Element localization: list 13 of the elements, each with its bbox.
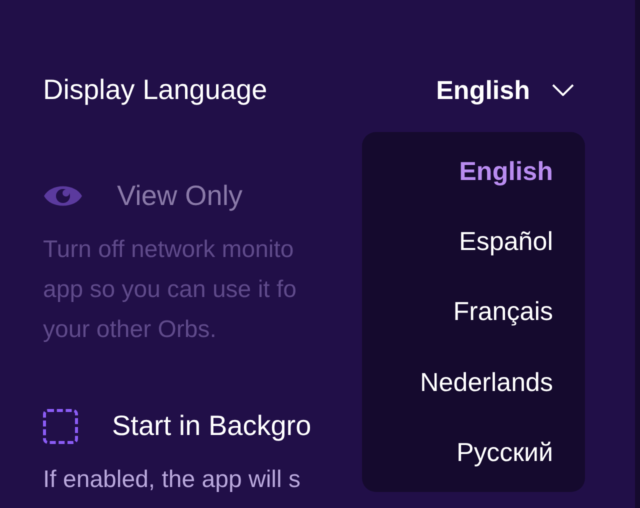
language-option[interactable]: English: [459, 152, 553, 191]
setting-description: If enabled, the app will s: [43, 465, 300, 495]
language-option[interactable]: Nederlands: [420, 362, 553, 402]
setting-description: Turn off network monito app so you can use it fo your other Orbs.: [43, 235, 296, 345]
language-option[interactable]: Русский: [456, 433, 553, 472]
chevron-icon: [552, 84, 574, 96]
language-dropdown[interactable]: English: [436, 70, 574, 110]
setting-title: View Only: [117, 179, 243, 213]
language-option[interactable]: Español: [459, 222, 553, 262]
language-option[interactable]: Français: [453, 292, 553, 332]
setting-title: Start in Backgro: [112, 409, 312, 443]
setting-label: Display Language: [43, 73, 268, 107]
checkbox[interactable]: [43, 408, 78, 444]
